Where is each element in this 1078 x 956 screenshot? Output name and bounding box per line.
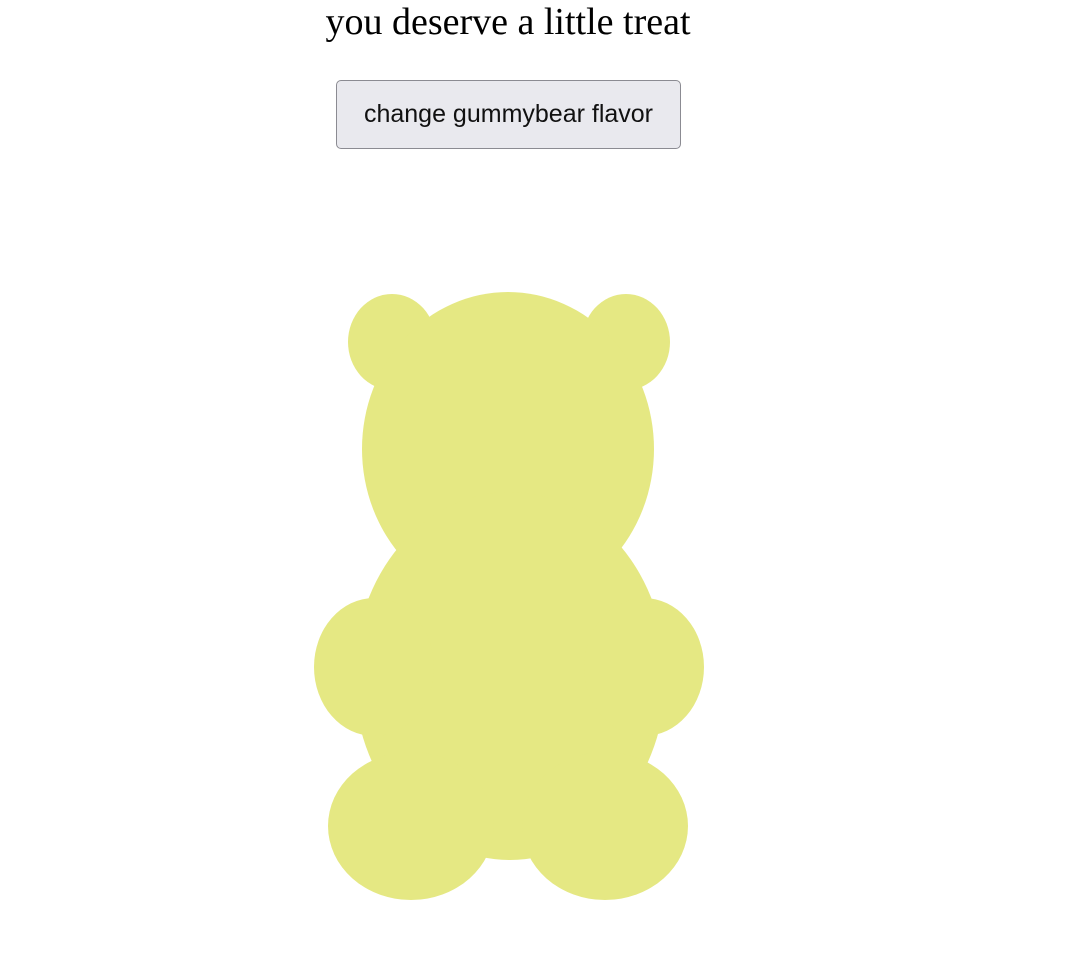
bear-right-foot (522, 752, 688, 900)
gummy-bear (300, 280, 720, 920)
bear-left-arm (314, 598, 434, 736)
page-heading: you deserve a little treat (325, 1, 691, 43)
page: you deserve a little treat change gummyb… (0, 0, 1078, 956)
change-flavor-button[interactable]: change gummybear flavor (336, 80, 681, 149)
bear-left-foot (328, 752, 494, 900)
bear-right-arm (584, 598, 704, 736)
